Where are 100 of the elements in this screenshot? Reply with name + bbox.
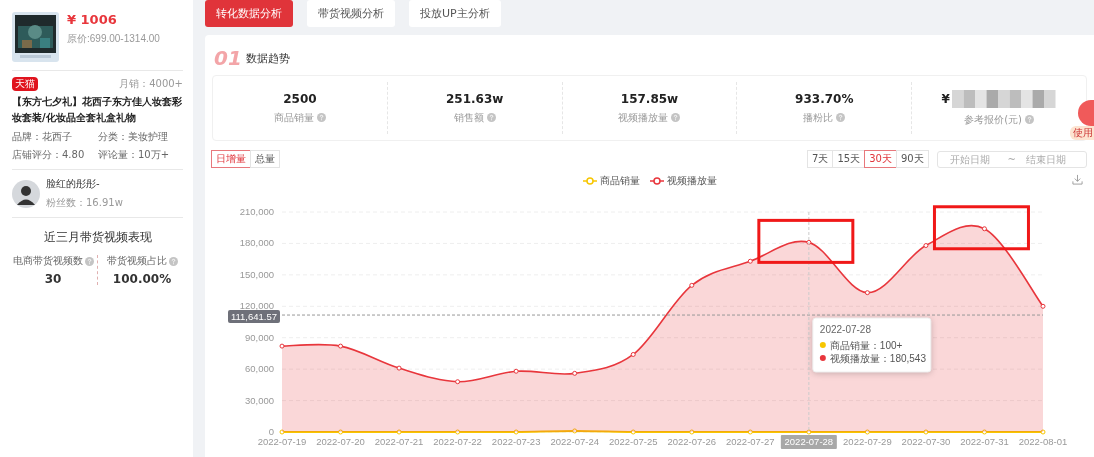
data-point: [455, 379, 461, 385]
data-point: [630, 429, 636, 435]
axis-tick-label: 60,000: [244, 363, 274, 375]
data-point: [279, 343, 285, 349]
product-attribute: 分类：美妆护理: [98, 130, 169, 144]
download-icon[interactable]: [1072, 174, 1083, 185]
help-icon: [486, 113, 496, 122]
legend-dot: [819, 355, 826, 361]
axis-tick-label: 210,000: [239, 206, 274, 217]
data-point: [572, 428, 578, 434]
axis-tick-label: 2022-07-19: [257, 436, 307, 447]
tab[interactable]: 转化数据分析: [205, 0, 293, 27]
axis-tick-label: 2022-07-22: [433, 436, 482, 447]
stat-value: 30: [44, 272, 62, 286]
data-point: [747, 429, 753, 435]
stat-label: 带货视频占比: [106, 254, 167, 268]
data-point: [630, 352, 636, 357]
axis-tick-label: 2022-07-30: [901, 436, 951, 447]
metric-value: 933.70%: [795, 91, 854, 106]
range-option[interactable]: 30天: [864, 150, 897, 168]
product-attribute: 评论量：10万+: [98, 148, 171, 162]
data-point: [864, 429, 870, 435]
axis-tick-label: 90,000: [244, 331, 274, 343]
data-point: [981, 429, 987, 435]
metric-label: 参考报价(元): [964, 112, 1022, 127]
data-point: [747, 258, 753, 264]
axis-tick-label: 2022-07-26: [667, 436, 717, 447]
metric-label: 视频播放量: [618, 110, 669, 125]
axis-tick-label: 180,000: [239, 237, 274, 249]
data-point: [396, 429, 402, 435]
fan-count: 粉丝数：16.91w: [46, 197, 123, 208]
axis-tick-label: 2022-07-29: [843, 436, 892, 447]
date-separator: ~: [1007, 153, 1016, 165]
floating-tag[interactable]: 使用: [1070, 126, 1094, 140]
data-point: [338, 343, 344, 349]
help-icon: [1025, 115, 1034, 124]
range-option[interactable]: 15天: [832, 150, 866, 168]
legend-item[interactable]: 视频播放量: [649, 174, 717, 188]
metric-value: 157.85w: [620, 91, 679, 106]
metric-label: 播粉比: [803, 110, 834, 125]
axis-tick-label: 120,000: [239, 300, 274, 312]
section-title: 近三月带货视频表现: [42, 229, 153, 246]
product-title: 【东方七夕礼】花西子东方佳人妆套彩妆套装/化妆品全套礼盒礼物: [12, 95, 183, 125]
data-point: [806, 239, 812, 245]
axis-pointer-label: 2022-07-28: [780, 435, 837, 449]
axis-tick-label: 2022-07-25: [608, 436, 658, 447]
legend-marker-icon: [582, 177, 597, 185]
data-point: [513, 368, 519, 374]
price: ¥ 1006: [67, 12, 118, 27]
avatar: [12, 179, 40, 208]
axis-tick-label: 0: [268, 426, 274, 437]
metric-label: 商品销量: [273, 110, 314, 125]
reference-label: 111,641.57: [228, 310, 280, 324]
toggle-option[interactable]: 总量: [250, 150, 280, 168]
data-point: [923, 243, 929, 248]
tab[interactable]: 带货视频分析: [307, 0, 395, 27]
metric-label: 销售额: [453, 110, 484, 125]
data-point: [689, 429, 695, 435]
metric-value: 2500: [283, 91, 317, 106]
data-point: [689, 282, 695, 288]
legend-item[interactable]: 商品销量: [582, 174, 640, 188]
data-point: [864, 290, 870, 296]
data-point: [572, 370, 578, 376]
axis-tick-label: 2022-08-01: [1018, 436, 1068, 447]
section-title: 数据趋势: [245, 50, 290, 66]
tooltip-row: 商品销量：100+: [829, 340, 903, 351]
product-attribute: 品牌：花西子: [12, 130, 73, 144]
monthly-sales: 月销：4000+: [119, 77, 183, 91]
axis-tick-label: 150,000: [239, 268, 274, 280]
legend-dot: [819, 342, 826, 348]
data-point: [1040, 303, 1046, 309]
tooltip-row: 视频播放量：180,543: [829, 353, 926, 364]
data-point: [396, 365, 402, 371]
data-point: [338, 429, 344, 435]
range-option[interactable]: 7天: [807, 150, 834, 168]
tooltip-title: 2022-07-28: [819, 324, 871, 335]
range-option[interactable]: 90天: [895, 150, 929, 168]
axis-tick-label: 2022-07-21: [374, 436, 424, 447]
original-price: 原价:699.00-1314.00: [67, 32, 160, 46]
data-point: [806, 429, 812, 435]
data-point: [981, 226, 987, 232]
floating-button[interactable]: [1078, 100, 1094, 126]
axis-tick-label: 2022-07-23: [491, 436, 541, 447]
data-point: [1040, 429, 1046, 435]
help-icon: [836, 113, 846, 122]
platform-tag: 天猫: [12, 77, 38, 91]
legend-marker-icon: [649, 177, 664, 185]
data-point: [513, 429, 519, 435]
data-point: [455, 429, 461, 435]
toggle-option[interactable]: 日增量: [211, 150, 251, 168]
x-tick-label: 2022-07-28: [784, 436, 834, 447]
axis-tick-label: 2022-07-20: [316, 436, 365, 447]
product-attribute: 店铺评分：4.80: [12, 148, 86, 162]
help-icon: [168, 256, 178, 266]
axis-tick-label: 2022-07-24: [550, 436, 599, 447]
section-index: 01: [214, 46, 242, 70]
metric-value: 251.63w: [446, 91, 504, 106]
tab[interactable]: 投放UP主分析: [409, 0, 501, 27]
data-point: [923, 429, 929, 435]
data-point: [279, 429, 285, 435]
